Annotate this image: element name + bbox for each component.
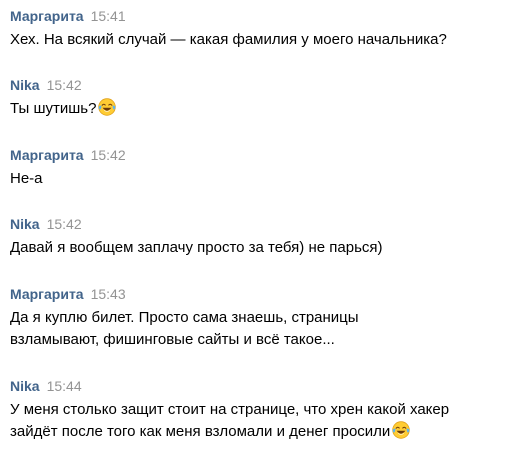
message-header: Маргарита 15:42	[10, 145, 517, 165]
message-time: 15:44	[46, 378, 82, 394]
message-text: Да я куплю билет. Просто сама знаешь, ст…	[10, 307, 517, 351]
message-text-line: взламывают, фишинговые сайты и всё такое…	[10, 331, 335, 348]
message-author[interactable]: Nika	[10, 77, 40, 93]
message-text-line: Да я куплю билет. Просто сама знаешь, ст…	[10, 309, 359, 326]
message-header: Nika 15:42	[10, 75, 517, 95]
face-with-tears-of-joy-icon	[392, 421, 410, 439]
message-2: Nika 15:42 Ты шутишь?	[10, 75, 517, 120]
message-author[interactable]: Маргарита	[10, 147, 84, 163]
message-author[interactable]: Nika	[10, 378, 40, 394]
message-3: Маргарита 15:42 Не-а	[10, 145, 517, 190]
message-text-span: Ты шутишь?	[10, 100, 97, 117]
message-time: 15:42	[90, 147, 126, 163]
message-text-line: Не-а	[10, 170, 43, 187]
message-time: 15:43	[90, 286, 126, 302]
message-5: Маргарита 15:43 Да я куплю билет. Просто …	[10, 284, 517, 351]
message-time: 15:41	[90, 8, 126, 24]
message-4: Nika 15:42 Давай я вообщем заплачу просто…	[10, 214, 517, 259]
message-6: Nika 15:44 У меня столько защит стоит на …	[10, 376, 517, 443]
message-time: 15:42	[46, 77, 82, 93]
message-text: Не-а	[10, 168, 517, 190]
message-text: Давай я вообщем заплачу просто за тебя) …	[10, 237, 517, 259]
message-text-line: Давай я вообщем заплачу просто за тебя) …	[10, 239, 383, 256]
message-text-line: Хех. На всякий случай — какая фамилия у …	[10, 31, 447, 48]
message-header: Nika 15:44	[10, 376, 517, 396]
message-header: Маргарита 15:43	[10, 284, 517, 304]
message-1: Маргарита 15:41 Хех. На всякий случай — к…	[10, 6, 517, 51]
message-text: Хех. На всякий случай — какая фамилия у …	[10, 29, 517, 51]
message-author[interactable]: Nika	[10, 216, 40, 232]
message-text: У меня столько защит стоит на странице, …	[10, 399, 517, 443]
message-text-line: У меня столько защит стоит на странице, …	[10, 401, 450, 418]
face-with-tears-of-joy-icon	[98, 98, 117, 116]
message-header: Nika 15:42	[10, 214, 517, 234]
message-author[interactable]: Маргарита	[10, 8, 84, 24]
message-text-line: зайдёт после того как меня взломали и де…	[10, 421, 517, 443]
message-text: Ты шутишь?	[10, 98, 517, 120]
chat-history: Маргарита 15:41 Хех. На всякий случай — к…	[0, 0, 523, 466]
message-time: 15:42	[46, 216, 82, 232]
message-text-span: зайдёт после того как меня взломали и де…	[10, 423, 391, 440]
message-text-line: Ты шутишь?	[10, 98, 517, 120]
message-author[interactable]: Маргарита	[10, 286, 84, 302]
message-header: Маргарита 15:41	[10, 6, 517, 26]
